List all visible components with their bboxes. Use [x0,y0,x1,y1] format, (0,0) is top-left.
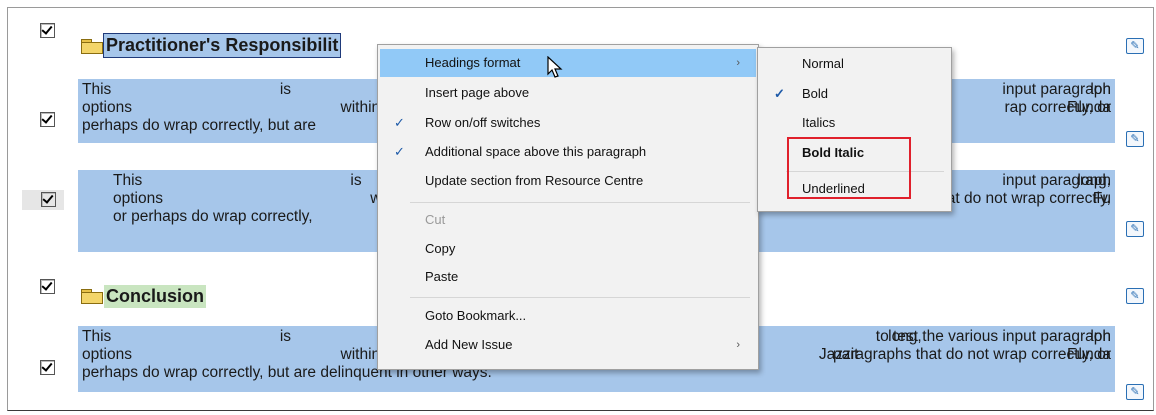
submenu-item-label: Bold [802,86,829,101]
menu-item-label: Goto Bookmark... [425,308,527,323]
menu-separator [410,297,750,298]
menu-item-label: Update section from Resource Centre [425,173,644,188]
row-checkbox-heading-1[interactable] [40,23,55,38]
para-3-right-line-2: paragraphs that do not wrap correctly, o… [833,346,1111,363]
check-icon: ✓ [394,144,405,159]
menu-item-label: Insert page above [425,85,530,100]
menu-item-row-on-off-switches[interactable]: ✓ Row on/off switches [380,109,756,137]
submenu-item-label: Italics [802,115,836,130]
row-checkbox-para-2[interactable] [41,192,56,207]
menu-item-label: Paste [425,269,459,284]
check-icon: ✓ [774,86,785,101]
edit-icon[interactable]: ✎ [1126,38,1144,54]
para-1-right-line-1: input paragraph [1002,81,1111,98]
menu-item-update-section[interactable]: Update section from Resource Centre [380,167,756,195]
para-1-right-text: input paragraph rap correctly, or [963,81,1111,117]
menu-item-insert-page-above[interactable]: Insert page above [380,79,756,107]
row-checkbox-para-3[interactable] [40,360,55,375]
chevron-right-icon: › [736,339,740,351]
menu-item-paste[interactable]: Paste [380,263,756,291]
folder-icon [81,39,103,54]
edit-icon[interactable]: ✎ [1126,221,1144,237]
menu-item-goto-bookmark[interactable]: Goto Bookmark... [380,302,756,330]
heading-conclusion[interactable]: Conclusion [104,285,206,308]
para-1-right-line-2: rap correctly, or [1004,99,1111,116]
menu-item-additional-space[interactable]: ✓ Additional space above this paragraph [380,138,756,166]
submenu-item-normal[interactable]: Normal [760,50,949,78]
menu-separator [410,202,750,203]
menu-item-cut: Cut [380,206,756,234]
highlight-annotation-box [787,137,911,199]
menu-item-label: Additional space above this paragraph [425,144,647,159]
context-menu: Headings format › Insert page above ✓ Ro… [377,44,759,370]
mouse-cursor-icon [547,56,563,78]
menu-item-label: Add New Issue [425,337,513,352]
para-3-right-line-1: to test the various input paragraph [875,328,1111,345]
row-checkbox-heading-2[interactable] [40,279,55,294]
menu-item-label: Row on/off switches [425,115,541,130]
menu-item-label: Copy [425,241,456,256]
heading-practitioners-responsibility[interactable]: Practitioner's Responsibilit [102,33,342,58]
edit-icon[interactable]: ✎ [1126,288,1144,304]
edit-icon[interactable]: ✎ [1126,384,1144,400]
submenu-item-label: Normal [802,56,844,71]
menu-item-add-new-issue[interactable]: Add New Issue › [380,331,756,359]
menu-item-label: Cut [425,212,446,227]
row-checkbox-para-1[interactable] [40,112,55,127]
menu-item-label: Headings format [425,55,521,70]
folder-icon [81,289,103,304]
menu-item-headings-format[interactable]: Headings format › [380,49,756,77]
chevron-right-icon: › [736,57,740,69]
para-3-right-text: to test the various input paragraph para… [738,328,1111,364]
edit-icon[interactable]: ✎ [1126,131,1144,147]
menu-item-copy[interactable]: Copy [380,235,756,263]
check-icon: ✓ [394,115,405,130]
submenu-item-bold[interactable]: ✓ Bold [760,80,949,108]
submenu-item-italics[interactable]: Italics [760,109,949,137]
